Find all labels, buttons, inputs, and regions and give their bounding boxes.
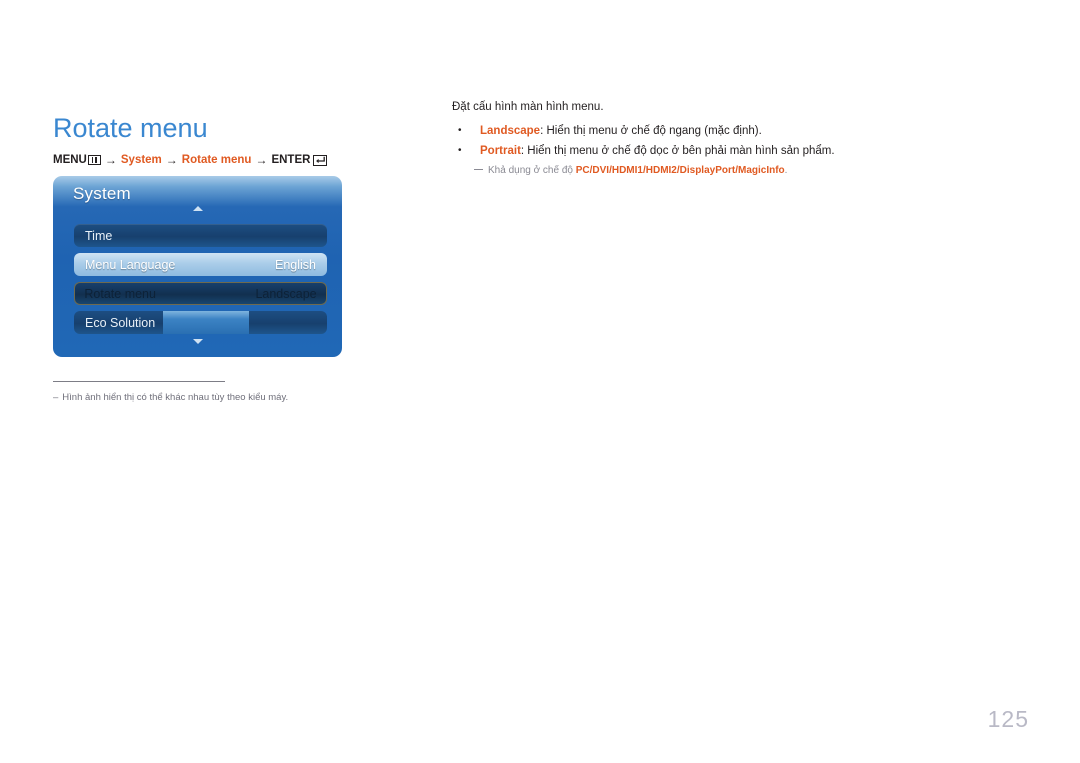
menu-keypad-icon — [87, 155, 101, 165]
footnote-divider — [53, 381, 225, 382]
osd-row-label: Menu Language — [85, 257, 176, 272]
breadcrumb-segment-system: System — [120, 154, 162, 166]
list-item: Portrait: Hiển thị menu ở chế độ dọc ở b… — [452, 141, 1012, 161]
subnote-suffix: . — [784, 165, 788, 176]
osd-title: System — [73, 184, 131, 203]
triangle-up-icon[interactable] — [192, 206, 203, 211]
bullet-term-portrait: Portrait — [480, 145, 521, 157]
osd-row-label: Rotate menu — [84, 286, 156, 301]
content-intro: Đặt cấu hình màn hình menu. — [452, 101, 604, 113]
osd-row-value: English — [275, 257, 316, 272]
osd-row-eco-solution[interactable]: Eco Solution — [74, 311, 327, 334]
list-item: Landscape: Hiển thị menu ở chế độ ngang … — [452, 121, 1012, 141]
osd-row-time[interactable]: Time — [74, 224, 327, 247]
footnote-dash: ‒ — [53, 392, 59, 403]
osd-row-rotate-menu[interactable]: Rotate menu Landscape — [74, 282, 327, 305]
footnote-text: Hình ảnh hiển thị có thể khác nhau tùy t… — [62, 392, 289, 403]
breadcrumb-arrow-2: → — [165, 153, 178, 167]
page-title: Rotate menu — [53, 113, 208, 144]
subnote-modes: PC/DVI/HDMI1/HDMI2/DisplayPort/MagicInfo — [575, 165, 785, 176]
footnote: ‒ Hình ảnh hiển thị có thể khác nhau tùy … — [53, 391, 288, 405]
page-number: 125 — [987, 706, 1029, 732]
bullet-text: : Hiển thị menu ở chế độ ngang (mặc định… — [540, 125, 762, 137]
bullet-term-landscape: Landscape — [480, 125, 541, 137]
breadcrumb-segment-rotate-menu: Rotate menu — [181, 154, 252, 166]
subnote-prefix: Khả dụng ở chế độ — [488, 165, 576, 176]
osd-row-highlight-bar — [163, 311, 249, 334]
osd-menu-panel: System Time Menu Language English Rotate… — [53, 176, 342, 357]
breadcrumb-arrow-1: → — [104, 153, 117, 167]
breadcrumb: MENU → System → Rotate menu → ENTER — [53, 152, 328, 168]
content-subnote: Khả dụng ở chế độ PC/DVI/HDMI1/HDMI2/Dis… — [474, 161, 1012, 180]
breadcrumb-enter-label: ENTER — [271, 154, 311, 166]
breadcrumb-menu-label: MENU — [53, 154, 87, 166]
osd-header: System — [53, 176, 342, 214]
osd-row-value: Landscape — [255, 286, 317, 301]
breadcrumb-arrow-3: → — [255, 153, 268, 167]
bullet-text: : Hiển thị menu ở chế độ dọc ở bên phải … — [520, 145, 835, 157]
osd-row-label: Eco Solution — [85, 315, 156, 330]
enter-return-icon — [313, 154, 328, 166]
osd-row-menu-language[interactable]: Menu Language English — [74, 253, 327, 276]
content-column: Đặt cấu hình màn hình menu. Landscape: H… — [452, 99, 1012, 180]
osd-row-label: Time — [85, 228, 113, 243]
osd-row-list: Time Menu Language English Rotate menu L… — [74, 224, 327, 340]
triangle-down-icon[interactable] — [192, 339, 203, 344]
